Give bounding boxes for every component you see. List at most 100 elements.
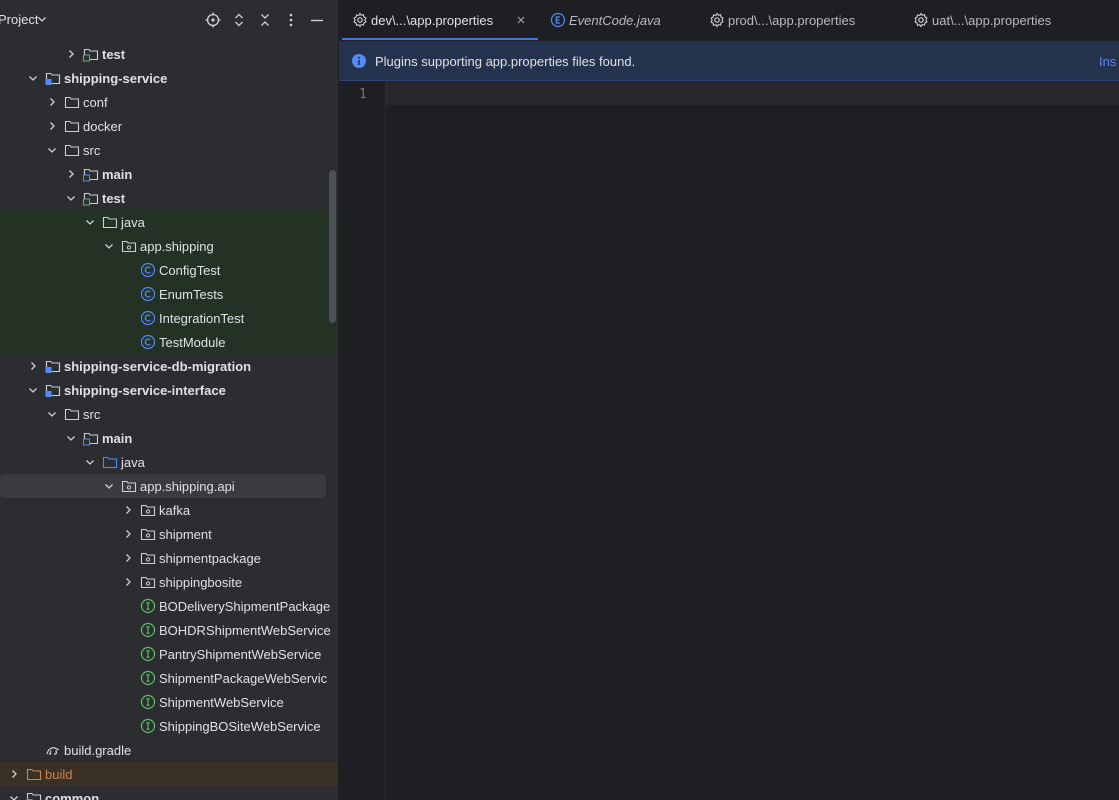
chevron-down-icon[interactable] [84,456,96,468]
tree-item-label: build.gradle [64,743,132,758]
editor-tab-label: dev\...\app.properties [371,13,494,28]
tree-row[interactable]: BODeliveryShipmentPackage [0,594,338,618]
chevron-right-icon[interactable] [122,576,134,588]
tree-row[interactable]: conf [0,90,338,114]
module-icon [45,70,61,86]
folder-icon [64,142,80,158]
tree-row[interactable]: IntegrationTest [0,306,338,330]
test-folder-icon [83,190,99,206]
tree-item-label: test [102,191,126,206]
tree-row[interactable]: main [0,162,338,186]
tree-row[interactable]: ShipmentPackageWebServic [0,666,338,690]
tree-scrollbar[interactable] [329,170,336,323]
source-root-icon [102,454,118,470]
tree-item-label: main [102,431,133,446]
tree-item-label: app.shipping [140,239,214,254]
tree-row[interactable]: shipping-service [0,66,338,90]
chevron-down-icon[interactable] [103,240,115,252]
expand-collapse-icon[interactable] [231,12,247,28]
chevron-right-icon[interactable] [122,528,134,540]
chevron-right-icon[interactable] [65,168,77,180]
gradle-icon [45,742,61,758]
interface-icon [140,598,156,614]
tree-item-label: shipping-service-db-migration [64,359,252,374]
tree-item-label: shipment [159,527,212,542]
tree-row[interactable]: test [0,186,338,210]
hide-icon[interactable] [309,12,325,28]
package-icon [140,502,156,518]
chevron-right-icon[interactable] [122,552,134,564]
tree-row[interactable]: EnumTests [0,282,338,306]
package-icon [121,238,137,254]
tree-row[interactable]: ShippingBOSiteWebService [0,714,338,738]
tree-row[interactable]: ShipmentWebService [0,690,338,714]
tree-row[interactable]: shipment [0,522,338,546]
current-line-highlight [386,81,1119,105]
chevron-down-icon[interactable] [36,13,48,25]
chevron-right-icon[interactable] [122,504,134,516]
chevron-down-icon[interactable] [46,408,58,420]
tree-item-label: ShipmentPackageWebServic [159,671,328,686]
chevron-right-icon[interactable] [46,96,58,108]
editor-tab-label: prod\...\app.properties [728,13,856,28]
install-plugins-link[interactable]: Ins [1099,54,1116,69]
tree-item-label: ShippingBOSiteWebService [159,719,321,734]
tree-row[interactable]: PantryShipmentWebService [0,642,338,666]
tree-row[interactable]: BOHDRShipmentWebService [0,618,338,642]
tree-row[interactable]: shipping-service-interface [0,378,338,402]
chevron-down-icon[interactable] [65,192,77,204]
tree-item-label: ConfigTest [159,263,221,278]
package-icon [140,574,156,590]
banner-message: Plugins supporting app.properties files … [375,54,636,69]
tree-row[interactable]: shippingbosite [0,570,338,594]
tree-item-label: PantryShipmentWebService [159,647,322,662]
tree-row[interactable]: src [0,138,338,162]
tree-row[interactable]: java [0,450,338,474]
more-options-icon[interactable] [283,12,299,28]
tree-row[interactable]: app.shipping [0,234,338,258]
tree-row[interactable]: src [0,402,338,426]
chevron-right-icon[interactable] [8,768,20,780]
editor-area: dev\...\app.properties EventCode.java prod… [339,0,1119,800]
tree-row[interactable]: ConfigTest [0,258,338,282]
editor-tab-bar: dev\...\app.properties EventCode.java prod… [339,0,1119,40]
editor-tab[interactable]: prod\...\app.properties [709,0,899,40]
module-icon [26,790,42,800]
gear-icon [709,12,725,28]
tree-row[interactable]: shipmentpackage [0,546,338,570]
chevron-down-icon[interactable] [65,432,77,444]
tree-row[interactable]: test [0,42,338,66]
locate-icon[interactable] [205,12,221,28]
tree-row[interactable]: kafka [0,498,338,522]
tree-row[interactable]: build [0,762,338,786]
tree-item-label: BODeliveryShipmentPackage [159,599,331,614]
tree-row[interactable]: build.gradle [0,738,338,762]
chevron-right-icon[interactable] [65,48,77,60]
close-icon[interactable] [515,14,527,29]
chevron-down-icon[interactable] [8,792,20,800]
tree-row[interactable]: java [0,210,338,234]
tree-row[interactable]: shipping-service-db-migration [0,354,338,378]
chevron-down-icon[interactable] [46,144,58,156]
chevron-right-icon[interactable] [27,360,39,372]
chevron-down-icon[interactable] [27,72,39,84]
tree-item-label: BOHDRShipmentWebService [159,623,331,638]
project-panel-header: Project [0,0,338,40]
project-panel-title[interactable]: Project [0,12,38,27]
editor-tab[interactable]: dev\...\app.properties [352,0,542,40]
package-icon [140,550,156,566]
module-icon [45,382,61,398]
collapse-all-icon[interactable] [257,12,273,28]
chevron-down-icon[interactable] [103,480,115,492]
tree-row[interactable]: common [0,786,338,800]
editor-tab[interactable]: uat\...\app.properties [913,0,1103,40]
tree-row[interactable]: main [0,426,338,450]
test-folder-icon [83,46,99,62]
chevron-down-icon[interactable] [27,384,39,396]
tree-row[interactable]: app.shipping.api [0,474,338,498]
chevron-down-icon[interactable] [84,216,96,228]
tree-row[interactable]: TestModule [0,330,338,354]
chevron-right-icon[interactable] [46,120,58,132]
tree-row[interactable]: docker [0,114,338,138]
source-folder-icon [83,430,99,446]
